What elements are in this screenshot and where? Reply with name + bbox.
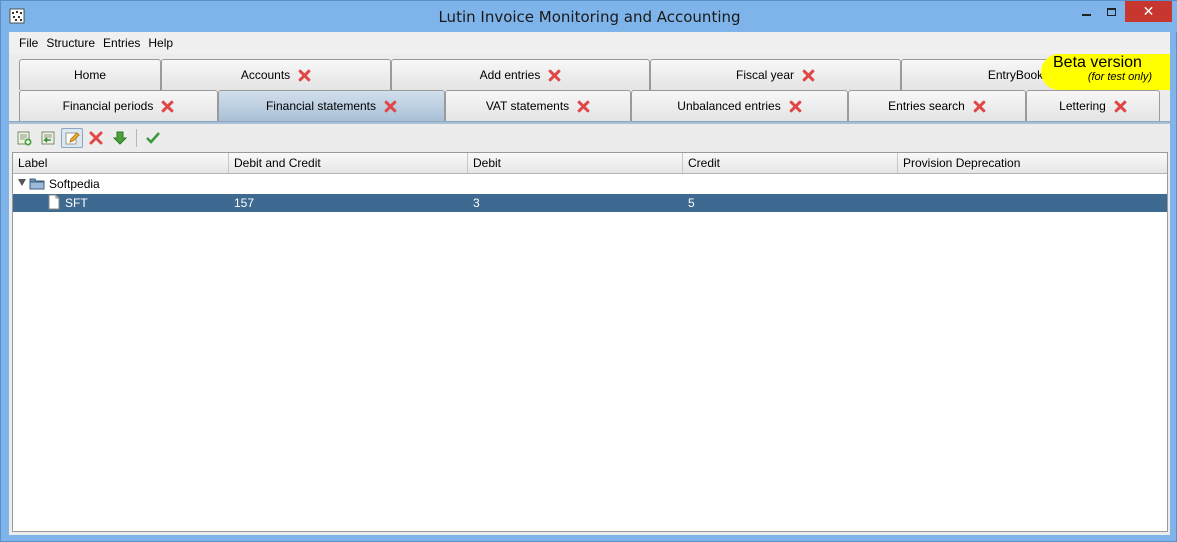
client-area: File Structure Entries Help Home Account… [9,32,1170,535]
table-header: Label Debit and Credit Debit Credit Prov… [13,153,1167,174]
column-header-debit-and-credit[interactable]: Debit and Credit [229,153,468,173]
menu-entries[interactable]: Entries [103,36,140,50]
row-debit: 3 [473,196,480,210]
close-icon: ✕ [1142,3,1155,19]
menu-file[interactable]: File [19,36,38,50]
menu-structure[interactable]: Structure [46,36,95,50]
close-tab-icon[interactable] [548,69,561,82]
beta-title: Beta version [1053,54,1142,71]
tab-row-2: Financial periods Financial statements V… [19,90,1160,121]
menu-help[interactable]: Help [148,36,173,50]
tab-label: Financial periods [62,99,154,113]
row-label: SFT [65,196,88,210]
beta-badge: Beta version (for test only) [1041,54,1170,90]
minimize-button[interactable] [1076,1,1096,22]
toolbar [9,125,1170,151]
tab-label: Unbalanced entries [677,99,781,113]
tab-label: Lettering [1059,99,1106,113]
close-tab-icon[interactable] [577,100,590,113]
close-tab-icon[interactable] [298,69,311,82]
close-button[interactable]: ✕ [1125,1,1172,22]
close-tab-icon[interactable] [973,100,986,113]
folder-icon [29,176,45,194]
edit-icon [65,132,80,145]
tab-content-divider [9,121,1170,124]
tab-row-1: Home Accounts Add entries Fiscal year En… [19,59,1136,90]
maximize-icon [1106,7,1116,16]
row-debit-and-credit: 157 [234,196,255,210]
maximize-button[interactable] [1101,1,1121,22]
tab-label: Accounts [240,68,291,82]
tab-financial-periods[interactable]: Financial periods [19,90,218,121]
validate-button[interactable] [142,128,164,148]
menu-bar: File Structure Entries Help [9,32,1170,54]
delete-icon [89,131,103,145]
close-tab-icon[interactable] [789,100,802,113]
delete-button[interactable] [85,128,107,148]
toolbar-separator [136,129,137,147]
close-tab-icon[interactable] [802,69,815,82]
financial-statements-table: Label Debit and Credit Debit Credit Prov… [12,152,1168,532]
close-tab-icon[interactable] [1114,100,1127,113]
column-header-label[interactable]: Label [13,153,229,173]
tab-label: Fiscal year [735,68,794,82]
file-icon [48,194,60,213]
tab-label: Financial statements [265,99,377,113]
edit-button[interactable] [61,128,83,148]
tab-home[interactable]: Home [19,59,161,90]
tab-label: EntryBooks [987,68,1050,82]
tab-financial-statements[interactable]: Financial statements [218,90,445,121]
tab-entries-search[interactable]: Entries search [848,90,1026,121]
tab-unbalanced-entries[interactable]: Unbalanced entries [631,90,848,121]
tab-lettering[interactable]: Lettering [1026,90,1160,121]
window-title: Lutin Invoice Monitoring and Accounting [438,8,741,26]
expand-arrow-icon[interactable] [18,179,26,186]
tab-vat-statements[interactable]: VAT statements [445,90,631,121]
table-row[interactable]: Softpedia [13,175,1167,193]
tab-accounts[interactable]: Accounts [161,59,391,90]
checkmark-icon [146,132,160,144]
tab-fiscal-year[interactable]: Fiscal year [650,59,901,90]
app-window: Lutin Invoice Monitoring and Accounting … [0,0,1177,542]
close-tab-icon[interactable] [384,100,397,113]
add-icon [17,131,32,146]
import-button[interactable] [37,128,59,148]
row-credit: 5 [688,196,695,210]
table-row[interactable]: SFT 157 3 5 [13,194,1167,212]
tab-label: Home [73,68,106,82]
column-header-debit[interactable]: Debit [468,153,683,173]
tab-label: VAT statements [485,99,570,113]
close-tab-icon[interactable] [161,100,174,113]
title-bar[interactable]: Lutin Invoice Monitoring and Accounting … [1,1,1177,32]
minimize-icon [1081,13,1091,16]
add-button[interactable] [13,128,35,148]
download-button[interactable] [109,128,131,148]
import-icon [41,131,55,145]
column-header-credit[interactable]: Credit [683,153,898,173]
download-icon [112,131,128,145]
beta-subtitle: (for test only) [1087,71,1152,83]
tab-label: Add entries [479,68,541,82]
column-header-provision-deprecation[interactable]: Provision Deprecation [898,153,1167,173]
row-label: Softpedia [49,177,100,191]
tab-add-entries[interactable]: Add entries [391,59,650,90]
tab-label: Entries search [888,99,965,113]
